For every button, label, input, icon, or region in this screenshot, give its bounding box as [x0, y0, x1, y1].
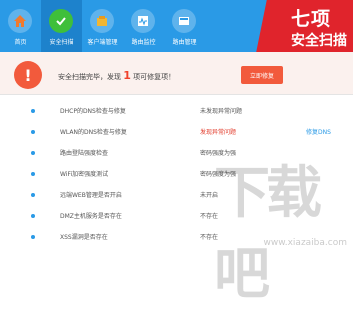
nav-item-client-manage[interactable]: 客户端管理 — [82, 0, 123, 52]
fixable-count: 1 — [123, 69, 131, 82]
scan-item-name: 远端WEB管理是否开启 — [60, 192, 122, 199]
bullet-icon — [31, 109, 35, 113]
exclamation-icon: ! — [14, 61, 42, 89]
watermark-text: 下载吧 — [214, 161, 322, 307]
nav-item-label: 首页 — [14, 39, 27, 46]
scan-item: WLAN的DNS检查与修复 发现异常问题 修复DNS — [0, 124, 353, 140]
nav-item-security-scan[interactable]: 安全扫描 — [41, 0, 82, 52]
monitor-icon — [131, 9, 155, 33]
nav-item-label: 安全扫描 — [49, 39, 74, 46]
bullet-icon — [31, 193, 35, 197]
nav-item-router-monitor[interactable]: 路由监控 — [123, 0, 164, 52]
scan-result-suffix: 项可修复项！ — [133, 73, 176, 81]
bullet-icon — [31, 214, 35, 218]
bullet-icon — [31, 172, 35, 176]
scan-item-name: 路由登陆强度检查 — [60, 150, 109, 157]
shield-check-icon — [49, 9, 73, 33]
client-box-icon — [90, 9, 114, 33]
scan-item-status: 发现异常问题 — [200, 129, 237, 136]
divider — [0, 94, 353, 95]
seven-item-scan-badge: 七项 安全扫描 — [255, 0, 353, 60]
nav-item-label: 路由管理 — [172, 39, 197, 46]
badge-line2: 安全扫描 — [291, 33, 347, 49]
watermark-url: www.xiazaiba.com — [263, 238, 347, 248]
scan-item: DHCP的DNS检查与修复 未发现异常问题 — [0, 103, 353, 119]
scan-item-name: WLAN的DNS检查与修复 — [60, 129, 127, 136]
main-nav: 首页 安全扫描 客户端管理 路由监控 路由管理 — [0, 0, 205, 52]
scan-item-name: WiFi加密强度测试 — [60, 171, 109, 178]
scan-item-name: XSS漏洞是否存在 — [60, 234, 108, 241]
site-watermark: 下载吧 www.xiazaiba.com — [214, 146, 353, 307]
nav-item-router-manage[interactable]: 路由管理 — [164, 0, 205, 52]
scan-result-text: 安全扫描完毕，发现 1 项可修复项！ — [58, 69, 175, 82]
fix-dns-link[interactable]: 修复DNS — [306, 127, 331, 136]
bullet-icon — [31, 235, 35, 239]
router-manage-icon — [172, 9, 196, 33]
nav-item-label: 路由监控 — [131, 39, 156, 46]
scan-item-status: 未发现异常问题 — [200, 108, 243, 115]
scan-result-banner — [0, 52, 353, 94]
scan-result-prefix: 安全扫描完毕，发现 — [58, 73, 121, 81]
bullet-icon — [31, 151, 35, 155]
scan-item-name: DMZ主机服务是否存在 — [60, 213, 122, 220]
fix-now-button[interactable]: 立即修复 — [241, 66, 283, 84]
home-icon — [8, 9, 32, 33]
bullet-icon — [31, 130, 35, 134]
nav-item-label: 客户端管理 — [87, 39, 118, 46]
badge-line1: 七项 — [290, 8, 331, 30]
nav-item-home[interactable]: 首页 — [0, 0, 41, 52]
scan-item-name: DHCP的DNS检查与修复 — [60, 108, 126, 115]
